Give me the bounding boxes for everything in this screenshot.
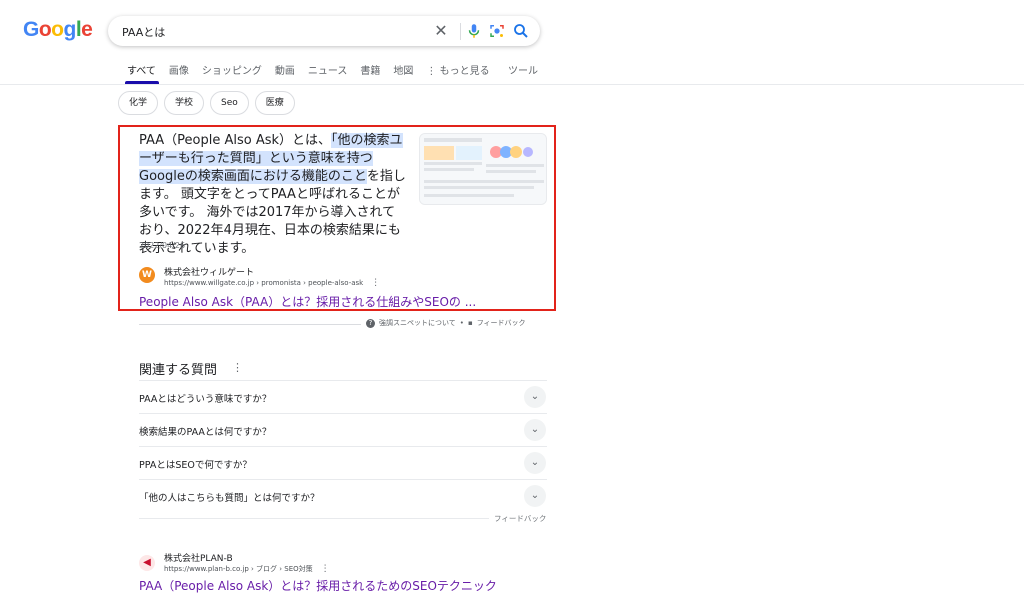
search-box[interactable]: PAAとは ✕ bbox=[108, 16, 540, 46]
tab-more[interactable]: ⋮ もっと見る bbox=[426, 62, 489, 84]
tab-shopping[interactable]: ショッピング bbox=[202, 62, 262, 84]
snippet-text-before: PAA（People Also Ask）とは、 bbox=[139, 133, 332, 148]
snippet-site-name[interactable]: 株式会社ウィルゲート bbox=[164, 265, 254, 278]
tab-books[interactable]: 書籍 bbox=[360, 62, 380, 84]
header-divider bbox=[0, 84, 1024, 85]
chevron-down-icon[interactable]: ⌄ bbox=[524, 419, 546, 441]
search-tabs: すべて 画像 ショッピング 動画 ニュース 書籍 地図 ⋮ もっと見る bbox=[127, 62, 503, 84]
related-divider bbox=[139, 413, 547, 414]
snippet-date: 2022/04/26 bbox=[139, 241, 186, 250]
chevron-down-icon[interactable]: ⌄ bbox=[524, 485, 546, 507]
related-divider bbox=[139, 380, 547, 381]
google-logo[interactable]: Google bbox=[23, 18, 93, 42]
search-icon[interactable] bbox=[512, 22, 530, 40]
related-divider bbox=[139, 446, 547, 447]
chip-medical[interactable]: 医療 bbox=[254, 91, 295, 115]
related-divider bbox=[139, 518, 489, 519]
search-divider bbox=[460, 23, 461, 40]
related-more-icon[interactable]: ⋮ bbox=[232, 361, 243, 374]
related-divider bbox=[139, 479, 547, 480]
help-icon: ? bbox=[366, 318, 375, 328]
snippet-divider bbox=[139, 324, 361, 325]
result2-site-name[interactable]: 株式会社PLAN-B bbox=[164, 551, 233, 564]
related-question-2[interactable]: 検索結果のPAAとは何ですか？ bbox=[139, 424, 271, 438]
related-question-4[interactable]: 「他の人はこちらも質問」とは何ですか？ bbox=[139, 490, 320, 504]
related-question-1[interactable]: PAAとはどういう意味ですか？ bbox=[139, 391, 271, 405]
about-snippet-link[interactable]: 強調スニペットについて bbox=[379, 318, 456, 328]
tools-button[interactable]: ツール bbox=[508, 62, 538, 77]
snippet-meta: ? 強調スニペットについて • ▪ フィードバック bbox=[366, 318, 526, 328]
result2-site-url[interactable]: https://www.plan-b.co.jp › ブログ › SEO対策 ⋮ bbox=[164, 564, 330, 574]
refinement-chips: 化学 学校 Seo 医療 bbox=[118, 91, 295, 115]
chevron-down-icon[interactable]: ⌄ bbox=[524, 452, 546, 474]
chevron-down-icon[interactable]: ⌄ bbox=[524, 386, 546, 408]
chip-seo[interactable]: Seo bbox=[210, 91, 249, 115]
planb-favicon[interactable]: ◀ bbox=[139, 555, 155, 571]
tab-images[interactable]: 画像 bbox=[169, 62, 189, 84]
snippet-result-title[interactable]: People Also Ask（PAA）とは？採用される仕組みやSEOの ... bbox=[139, 293, 476, 310]
tab-videos[interactable]: 動画 bbox=[275, 62, 295, 84]
chip-chemistry[interactable]: 化学 bbox=[118, 91, 159, 115]
related-question-3[interactable]: PPAとはSEOで何ですか？ bbox=[139, 457, 252, 471]
more-options-icon[interactable]: ⋮ bbox=[365, 278, 380, 288]
snippet-thumbnail[interactable] bbox=[419, 133, 547, 205]
microphone-icon[interactable] bbox=[465, 22, 483, 40]
tab-maps[interactable]: 地図 bbox=[393, 62, 413, 84]
willgate-favicon[interactable]: W bbox=[139, 267, 155, 283]
related-questions-title: 関連する質問 bbox=[139, 363, 218, 378]
result2-site-url-text[interactable]: https://www.plan-b.co.jp › ブログ › SEO対策 bbox=[164, 565, 313, 573]
featured-snippet-text: PAA（People Also Ask）とは、「他の検索ユーザーも行った質問」と… bbox=[139, 132, 407, 258]
dot-separator: • bbox=[459, 319, 464, 327]
snippet-site-url[interactable]: https://www.willgate.co.jp › promonista … bbox=[164, 278, 380, 288]
clear-icon[interactable]: ✕ bbox=[432, 22, 450, 40]
lens-icon[interactable] bbox=[488, 22, 506, 40]
result2-title[interactable]: PAA（People Also Ask）とは？採用されるためのSEOテクニック bbox=[139, 577, 497, 594]
feedback-icon: ▪ bbox=[467, 319, 473, 327]
tab-news[interactable]: ニュース bbox=[308, 62, 348, 84]
feedback-link[interactable]: フィードバック bbox=[477, 318, 526, 328]
chip-school[interactable]: 学校 bbox=[164, 91, 205, 115]
search-input[interactable]: PAAとは bbox=[122, 24, 165, 40]
related-feedback-link[interactable]: フィードバック bbox=[494, 513, 546, 524]
more-options-icon[interactable]: ⋮ bbox=[315, 564, 330, 574]
snippet-site-url-text[interactable]: https://www.willgate.co.jp › promonista … bbox=[164, 279, 363, 287]
